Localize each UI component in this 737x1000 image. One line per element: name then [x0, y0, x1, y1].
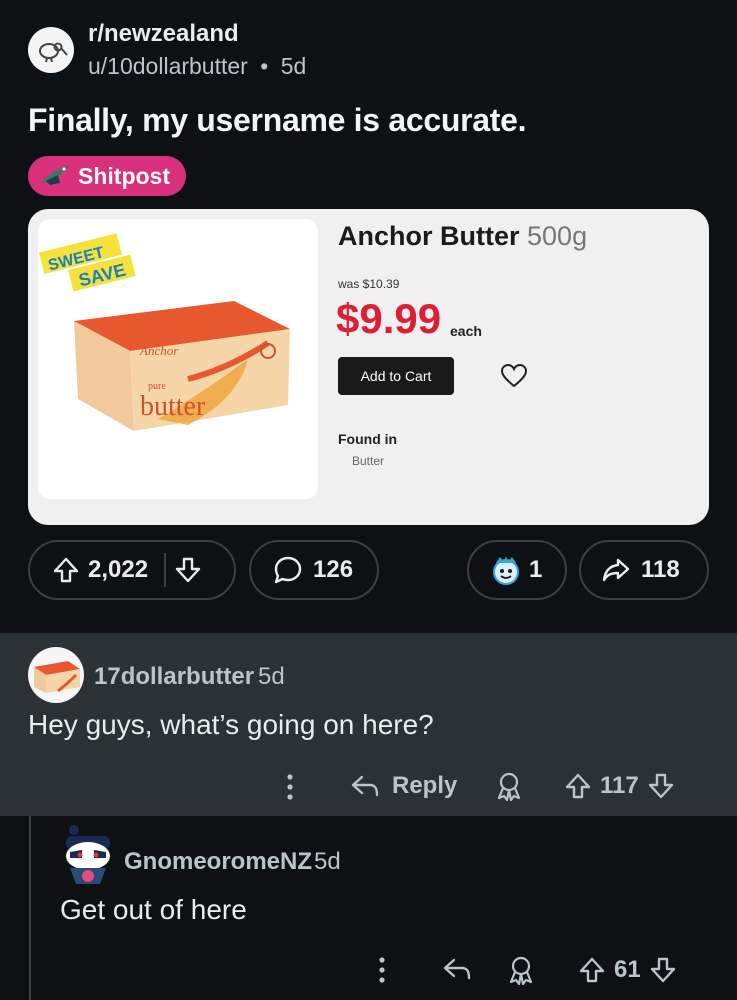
subreddit-name[interactable]: r/newzealand — [88, 20, 239, 48]
post-age: 5d — [280, 53, 307, 79]
post: r/newzealand u/10dollarbutter • 5d Final… — [0, 0, 737, 617]
vote-divider — [164, 553, 167, 587]
comment-body: Hey guys, what’s going on here? — [28, 709, 434, 740]
butter-block-graphic: SWEET SAVE pure butter Anchor — [39, 233, 290, 431]
post-vote-count: 2,022 — [88, 556, 149, 583]
share-arrow-icon — [602, 558, 630, 582]
comment-vote-bar: 61 — [578, 956, 677, 984]
flair-bird-icon — [40, 165, 70, 185]
reply-button[interactable] — [442, 956, 472, 982]
reply-button[interactable]: Reply — [350, 772, 457, 800]
post-vote-bar: 2,022 — [28, 540, 236, 600]
comment-age: 5d — [258, 663, 285, 690]
found-in-label: Found in — [338, 431, 398, 447]
award-count: 1 — [529, 556, 543, 583]
snoo-avatar-icon — [66, 825, 110, 884]
comment-more-button[interactable] — [284, 773, 296, 801]
comment-age: 5d — [314, 848, 341, 875]
product-name: Anchor Butter — [338, 221, 520, 251]
meta-separator: • — [260, 53, 269, 79]
found-in-value: Butter — [352, 454, 385, 468]
post-flair[interactable]: Shitpost — [28, 156, 186, 196]
comment-vote-bar: 117 — [564, 772, 675, 800]
comment-username[interactable]: GnomeoromeNZ — [124, 848, 312, 876]
downvote-icon[interactable] — [174, 556, 202, 584]
comment-avatar[interactable] — [28, 647, 84, 703]
pack-brand-text: Anchor — [139, 343, 179, 358]
post-meta: u/10dollarbutter • 5d — [88, 53, 306, 80]
product-title: Anchor Butter 500g — [338, 221, 587, 252]
award-comment-button[interactable] — [494, 771, 524, 801]
comment-more-button[interactable] — [376, 956, 388, 984]
upvote-icon[interactable] — [564, 772, 592, 800]
share-button[interactable]: 118 — [579, 540, 709, 600]
upvote-icon[interactable] — [578, 956, 606, 984]
comment-reply: GnomeoromeNZ 5d Get out of here 61 — [0, 816, 737, 1000]
price-unit: each — [450, 323, 482, 339]
downvote-icon[interactable] — [647, 772, 675, 800]
award-comment-button[interactable] — [506, 955, 536, 985]
comment-vote-count: 61 — [614, 956, 641, 983]
comment-bubble-icon — [274, 556, 302, 584]
reply-arrow-icon — [443, 958, 471, 980]
kiwi-bird-icon — [39, 42, 68, 63]
subreddit-avatar[interactable] — [28, 27, 74, 73]
post-title[interactable]: Finally, my username is accurate. — [28, 102, 527, 139]
was-price: was $10.39 — [338, 277, 400, 291]
reply-label: Reply — [392, 772, 458, 799]
share-count: 118 — [641, 556, 680, 583]
product-weight: 500g — [527, 221, 588, 251]
award-ribbon-icon — [497, 772, 521, 801]
comment-username[interactable]: 17dollarbutter — [94, 663, 254, 691]
upvote-icon[interactable] — [52, 556, 80, 584]
add-to-cart-button: Add to Cart — [338, 357, 454, 395]
comment: 17dollarbutter 5d Hey guys, what’s going… — [0, 633, 737, 816]
comment-avatar[interactable] — [60, 822, 116, 888]
more-options-icon — [287, 774, 293, 800]
downvote-icon[interactable] — [649, 956, 677, 984]
flair-label: Shitpost — [78, 162, 170, 189]
heart-icon — [500, 363, 528, 388]
more-options-icon — [379, 957, 385, 983]
comment-body: Get out of here — [60, 894, 247, 925]
comment-count: 126 — [313, 556, 354, 583]
post-author[interactable]: u/10dollarbutter — [88, 53, 248, 79]
award-snoo-icon — [493, 556, 519, 585]
post-image[interactable]: SWEET SAVE pure butter Anchor Anchor But… — [28, 209, 709, 525]
reply-arrow-icon — [351, 775, 379, 797]
thread-line[interactable] — [29, 816, 31, 1000]
award-ribbon-icon — [509, 956, 533, 985]
comment-vote-count: 117 — [600, 772, 639, 799]
award-button[interactable]: 1 — [467, 540, 567, 600]
comments-button[interactable]: 126 — [249, 540, 379, 600]
butter-avatar-icon — [34, 661, 80, 693]
pack-butter-text: butter — [140, 391, 206, 422]
butter-product-image: SWEET SAVE pure butter Anchor — [38, 219, 318, 499]
current-price: $9.99 — [336, 295, 442, 342]
